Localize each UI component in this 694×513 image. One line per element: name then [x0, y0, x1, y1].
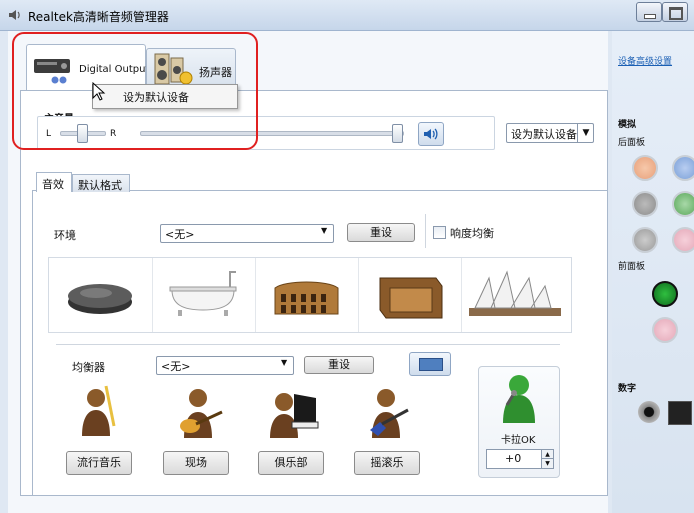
- default-device-dropdown-label: 设为默认设备: [511, 128, 577, 141]
- volume-slider-thumb[interactable]: [392, 124, 403, 143]
- karaoke-panel: 卡拉OK +0 ▲ ▼: [478, 366, 560, 478]
- bathtub-icon: [169, 271, 237, 316]
- eq-preset-club-button[interactable]: 俱乐部: [258, 451, 324, 475]
- chevron-down-icon: ▼: [321, 226, 328, 235]
- digital-label: 数字: [618, 384, 637, 394]
- environment-label: 环境: [54, 229, 76, 242]
- equalizer-dropdown-value: <无>: [161, 360, 191, 373]
- opera-house-icon: [469, 270, 561, 316]
- environment-reset-label: 重设: [370, 226, 392, 239]
- karaoke-singer-icon: [503, 375, 535, 423]
- window-title: Realtek高清晰音频管理器: [28, 10, 169, 24]
- maximize-icon: [669, 7, 683, 20]
- equalizer-reset-label: 重设: [328, 358, 350, 371]
- advanced-settings-link[interactable]: 设备高级设置: [618, 54, 672, 67]
- club-pianist-icon: [270, 393, 319, 438]
- optical-jack-icon[interactable]: [668, 401, 692, 425]
- mute-button[interactable]: [418, 122, 444, 146]
- karaoke-label: 卡拉OK: [501, 435, 536, 446]
- speaker-volume-icon: [424, 128, 438, 140]
- speaker-icon: [9, 10, 20, 20]
- loudness-label: 响度均衡: [450, 227, 494, 240]
- equalizer-grid-icon: [419, 358, 443, 371]
- rock-guitarist-icon: [370, 389, 409, 438]
- colosseum-icon: [274, 281, 339, 315]
- minimize-icon: [644, 14, 656, 19]
- live-guitarist-icon: [180, 389, 223, 438]
- equalizer-reset-button[interactable]: 重设: [304, 356, 374, 374]
- eq-preset-club-label: 俱乐部: [274, 456, 308, 469]
- environment-preset[interactable]: [461, 258, 564, 332]
- jack-blue[interactable]: [672, 155, 694, 181]
- title-bar: Realtek高清晰音频管理器: [0, 0, 694, 31]
- menu-item-set-default[interactable]: 设为默认设备: [123, 89, 189, 105]
- karaoke-value-field[interactable]: +0: [486, 449, 542, 469]
- environment-presets: [48, 257, 572, 333]
- wooden-box-icon: [379, 277, 443, 319]
- chevron-down-icon: ▼: [577, 124, 594, 142]
- chevron-down-icon: ▼: [545, 460, 550, 467]
- analog-label: 模拟: [618, 120, 637, 130]
- eq-preset-live-button[interactable]: 现场: [163, 451, 229, 475]
- connector-panel: 设备高级设置 模拟 后面板 前面板 数字: [612, 31, 694, 513]
- tab-default-format-label: 默认格式: [78, 179, 122, 192]
- environment-dropdown[interactable]: <无> ▼: [160, 224, 334, 243]
- environment-reset-button[interactable]: 重设: [347, 223, 415, 242]
- eq-preset-live-label: 现场: [185, 456, 207, 469]
- divider: [56, 344, 560, 345]
- tab-effects[interactable]: 音效: [36, 172, 72, 192]
- eq-preset-pop-button[interactable]: 流行音乐: [66, 451, 132, 475]
- maximize-button[interactable]: [662, 2, 688, 22]
- mouse-cursor-icon: [92, 82, 106, 101]
- default-device-dropdown[interactable]: 设为默认设备 ▼: [506, 123, 594, 143]
- jack-front-green[interactable]: [652, 281, 678, 307]
- loudness-checkbox[interactable]: [433, 226, 446, 239]
- environment-preset[interactable]: [255, 258, 359, 332]
- tab-effects-label: 音效: [42, 178, 64, 191]
- tab-default-format[interactable]: 默认格式: [72, 174, 130, 192]
- minimize-button[interactable]: [636, 2, 662, 22]
- chevron-down-icon: ▼: [281, 358, 288, 367]
- graphic-eq-button[interactable]: [409, 352, 451, 376]
- divider: [425, 214, 426, 248]
- back-panel-label: 后面板: [618, 138, 646, 148]
- jack-gray[interactable]: [632, 191, 658, 217]
- jack-orange[interactable]: [632, 155, 658, 181]
- chevron-up-icon: ▲: [545, 451, 550, 458]
- environment-dropdown-value: <无>: [165, 228, 195, 241]
- jack-front-pink[interactable]: [652, 317, 678, 343]
- window-controls: [636, 2, 694, 22]
- environment-preset[interactable]: [358, 258, 462, 332]
- stone-icon: [68, 284, 132, 314]
- jack-gray-2[interactable]: [632, 227, 658, 253]
- front-panel-label: 前面板: [618, 262, 646, 272]
- eq-preset-pop-label: 流行音乐: [77, 456, 121, 469]
- eq-preset-rock-label: 摇滚乐: [370, 456, 404, 469]
- karaoke-value: +0: [505, 452, 522, 465]
- jack-pink[interactable]: [672, 227, 694, 253]
- equalizer-dropdown[interactable]: <无> ▼: [156, 356, 294, 375]
- stepper-down-button[interactable]: ▼: [541, 458, 554, 469]
- context-menu: 设为默认设备: [92, 84, 238, 109]
- jack-green[interactable]: [672, 191, 694, 217]
- equalizer-label: 均衡器: [72, 361, 105, 374]
- eq-preset-rock-button[interactable]: 摇滚乐: [354, 451, 420, 475]
- environment-preset[interactable]: [152, 258, 256, 332]
- coaxial-jack-icon[interactable]: [638, 401, 660, 423]
- pop-singer-icon: [82, 385, 116, 436]
- environment-preset[interactable]: [49, 258, 153, 332]
